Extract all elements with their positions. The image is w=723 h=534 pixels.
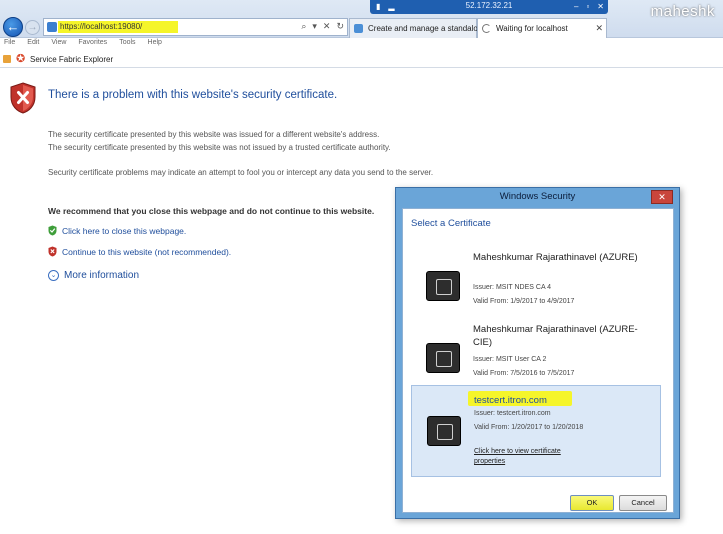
shield-ok-icon <box>48 225 57 236</box>
certificate-validity: Valid From: 1/20/2017 to 1/20/2018 <box>474 424 584 431</box>
more-information-label: More information <box>64 270 140 281</box>
favorite-service-fabric-explorer[interactable]: Service Fabric Explorer <box>30 55 113 64</box>
close-icon: ✕ <box>658 192 666 202</box>
certificate-option[interactable]: Maheshkumar Rajarathinavel (AZURE) Issue… <box>411 249 661 323</box>
restore-icon[interactable]: ▫ <box>586 2 589 11</box>
tab-label: Create and manage a standalo... <box>368 24 485 33</box>
certificate-name: Maheshkumar Rajarathinavel (AZURE-CIE) <box>473 324 638 348</box>
close-tab-icon[interactable]: ✕ <box>595 23 603 34</box>
certificate-validity: Valid From: 7/5/2016 to 7/5/2017 <box>473 370 575 377</box>
certificate-option-selected[interactable]: testcert.itron.com Issuer: testcert.itro… <box>411 385 661 477</box>
certificate-error-icon[interactable]: ✕ <box>323 21 331 32</box>
favorites-bar: ✪ Service Fabric Explorer <box>0 51 723 68</box>
page-icon <box>354 24 363 33</box>
refresh-icon[interactable]: ↻ <box>336 21 344 32</box>
dialog-close-button[interactable]: ✕ <box>651 190 673 204</box>
tab-waiting-localhost[interactable]: Waiting for localhost ✕ <box>477 18 607 38</box>
recommendation-text: We recommend that you close this webpage… <box>48 206 375 216</box>
certificate-icon <box>426 343 460 373</box>
page-icon <box>47 22 57 32</box>
cancel-button[interactable]: Cancel <box>619 495 667 511</box>
close-webpage-link[interactable]: Click here to close this webpage. <box>48 225 186 236</box>
dialog-body: Select a Certificate Maheshkumar Rajarat… <box>402 208 674 513</box>
menu-favorites[interactable]: Favorites <box>78 39 107 51</box>
menu-edit[interactable]: Edit <box>27 39 39 51</box>
menu-help[interactable]: Help <box>148 39 162 51</box>
browser-toolbar: ▮ ▂ 52.172.32.21 – ▫ ✕ maheshk ← → https… <box>0 0 723 38</box>
loading-icon <box>482 24 491 33</box>
menu-bar: File Edit View Favorites Tools Help <box>0 39 723 51</box>
minimize-icon[interactable]: – <box>574 2 578 11</box>
certificate-icon <box>426 271 460 301</box>
address-bar[interactable]: https://localhost:19080/ ⌕ ▾ ✕ ↻ <box>43 18 348 36</box>
certificate-issuer: Issuer: MSIT User CA 2 <box>473 356 547 363</box>
dialog-title: Windows Security <box>499 191 576 202</box>
error-line-2: The security certificate presented by th… <box>48 143 391 152</box>
certificate-name: testcert.itron.com <box>474 395 547 406</box>
address-text: https://localhost:19080/ <box>60 22 143 31</box>
tab-create-manage[interactable]: Create and manage a standalo... <box>349 18 485 38</box>
windows-security-dialog: Windows Security ✕ Select a Certificate … <box>395 187 680 519</box>
back-button[interactable]: ← <box>3 17 23 37</box>
search-icon[interactable]: ⌕ <box>301 21 306 32</box>
arrow-left-icon: ← <box>6 19 20 34</box>
error-line-1: The security certificate presented by th… <box>48 130 380 139</box>
favorites-folder-icon[interactable] <box>3 55 11 63</box>
tab-label: Waiting for localhost <box>496 24 568 33</box>
warning-text: Security certificate problems may indica… <box>48 168 434 177</box>
arrow-right-icon: → <box>27 22 38 33</box>
remote-session-bar: ▮ ▂ 52.172.32.21 – ▫ ✕ <box>370 0 608 14</box>
more-information-toggle[interactable]: ⌄ More information <box>48 270 139 281</box>
screen: ▮ ▂ 52.172.32.21 – ▫ ✕ maheshk ← → https… <box>0 0 723 534</box>
expand-icon: ⌄ <box>48 270 59 281</box>
page-title: There is a problem with this website's s… <box>48 89 338 101</box>
certificate-validity: Valid From: 1/9/2017 to 4/9/2017 <box>473 298 575 305</box>
shield-error-icon <box>10 82 36 114</box>
dialog-heading: Select a Certificate <box>411 218 491 229</box>
watermark: maheshk <box>650 3 715 20</box>
continue-website-link[interactable]: Continue to this website (not recommende… <box>48 246 231 257</box>
view-certificate-properties-link[interactable]: Click here to view certificate propertie… <box>474 447 584 467</box>
service-fabric-icon: ✪ <box>16 53 26 65</box>
certificate-name: Maheshkumar Rajarathinavel (AZURE) <box>473 252 638 263</box>
remote-ip: 52.172.32.21 <box>465 1 513 10</box>
menu-file[interactable]: File <box>4 39 15 51</box>
shield-warning-icon <box>48 246 57 257</box>
error-description: The security certificate presented by th… <box>48 128 468 154</box>
menu-view[interactable]: View <box>51 39 66 51</box>
ok-button[interactable]: OK <box>570 495 614 511</box>
certificate-issuer: Issuer: MSIT NDES CA 4 <box>473 284 552 291</box>
continue-website-label: Continue to this website (not recommende… <box>62 246 232 257</box>
close-webpage-label: Click here to close this webpage. <box>62 225 187 236</box>
dropdown-icon[interactable]: ▾ <box>312 21 317 32</box>
certificate-option[interactable]: Maheshkumar Rajarathinavel (AZURE-CIE) I… <box>411 321 661 395</box>
certificate-issuer: Issuer: testcert.itron.com <box>474 410 551 417</box>
certificate-icon <box>427 416 461 446</box>
close-icon[interactable]: ✕ <box>597 2 604 11</box>
forward-button[interactable]: → <box>25 20 40 35</box>
menu-tools[interactable]: Tools <box>119 39 135 51</box>
